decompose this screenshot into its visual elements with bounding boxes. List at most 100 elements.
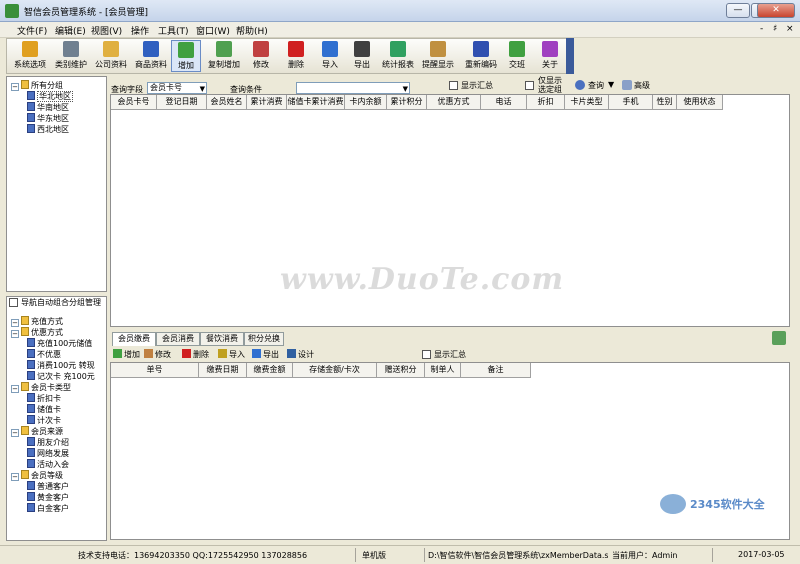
menu-view[interactable]: 视图(V) [91, 24, 122, 37]
chevron-down-icon[interactable]: ▼ [608, 80, 614, 89]
mdi-close-button[interactable]: × [786, 24, 794, 34]
advanced-button[interactable]: 高级 [634, 80, 650, 91]
toolbar-button-2[interactable]: 类别维护 [53, 40, 89, 72]
column-header[interactable]: 性别 [653, 95, 677, 110]
column-header[interactable]: 使用状态 [677, 95, 723, 110]
toolbar-button-10[interactable]: 导出 [347, 40, 377, 72]
tree-root[interactable]: − 所有分组 [11, 80, 63, 91]
toolbar-button-1[interactable]: 系统选项 [10, 40, 50, 72]
toolbar-button-4[interactable]: 商品资料 [133, 40, 169, 72]
toolbar-button-14[interactable]: 交班 [503, 40, 531, 72]
sub-toolbar-button-3[interactable]: 删除 [182, 349, 209, 360]
tree-item-region[interactable]: 华南地区 [27, 102, 69, 113]
menu-edit[interactable]: 编辑(E) [55, 24, 86, 37]
tree-item[interactable]: 储值卡 [27, 404, 61, 415]
toolbar-button-9[interactable]: 导入 [315, 40, 345, 72]
tab-4[interactable]: 积分兑换 [244, 332, 284, 346]
tree-item-region[interactable]: 西北地区 [27, 124, 69, 135]
column-header[interactable]: 会员姓名 [207, 95, 247, 110]
menu-file[interactable]: 文件(F) [17, 24, 47, 37]
tree-section[interactable]: − 会员等级 [11, 470, 63, 481]
column-header[interactable]: 累计积分 [387, 95, 427, 110]
show-summary-checkbox[interactable] [449, 81, 458, 90]
tree-item[interactable]: 记次卡 充100元 [27, 371, 95, 382]
column-header[interactable]: 登记日期 [157, 95, 207, 110]
fee-column-header[interactable]: 备注 [461, 363, 531, 378]
column-header[interactable]: 电话 [481, 95, 527, 110]
sub-show-summary-checkbox[interactable] [422, 350, 431, 359]
tab-1[interactable]: 会员缴费 [112, 332, 156, 346]
minimize-button[interactable]: — [726, 3, 750, 18]
fee-column-header[interactable]: 制单人 [425, 363, 461, 378]
column-header[interactable]: 折扣 [527, 95, 565, 110]
only-selected-checkbox[interactable] [525, 81, 534, 90]
mdi-minimize-button[interactable]: - [760, 24, 763, 34]
tree-section[interactable]: − 会员卡类型 [11, 382, 71, 393]
collapse-icon[interactable]: − [11, 319, 19, 327]
column-header[interactable]: 手机 [609, 95, 653, 110]
toolbar-grip[interactable] [566, 38, 574, 74]
menu-tools[interactable]: 工具(T) [158, 24, 189, 37]
menu-operate[interactable]: 操作 [131, 24, 149, 37]
tree-item[interactable]: 折扣卡 [27, 393, 61, 404]
query-cond-select[interactable]: ▼ [296, 82, 410, 94]
tree-section[interactable]: − 充值方式 [11, 316, 63, 327]
toolbar-button-11[interactable]: 统计报表 [380, 40, 416, 72]
fee-column-header[interactable]: 单号 [111, 363, 199, 378]
toolbar-button-6[interactable]: 复制增加 [204, 40, 244, 72]
checkbox[interactable] [9, 298, 18, 307]
tree-section[interactable]: − 优惠方式 [11, 327, 63, 338]
tree-item[interactable]: 不优惠 [27, 349, 61, 360]
tree-item[interactable]: 充值100元储值 [27, 338, 92, 349]
menu-help[interactable]: 帮助(H) [236, 24, 268, 37]
sub-toolbar-button-2[interactable]: 修改 [144, 349, 171, 360]
column-header[interactable]: 卡内余额 [345, 95, 387, 110]
tree-item[interactable]: 消费100元 转现 [27, 360, 95, 371]
tree-item[interactable]: 活动入会 [27, 459, 69, 470]
fee-column-header[interactable]: 缴费日期 [199, 363, 247, 378]
tree-item-region[interactable]: 华北地区 [27, 91, 73, 102]
collapse-icon[interactable]: − [11, 429, 19, 437]
toolbar-button-13[interactable]: 重新编码 [462, 40, 500, 72]
close-button[interactable]: ✕ [757, 3, 795, 18]
tree-item[interactable]: 计次卡 [27, 415, 61, 426]
toolbar-button-12[interactable]: 提醒显示 [418, 40, 458, 72]
sub-toolbar-button-4[interactable]: 导入 [218, 349, 245, 360]
tree-section[interactable]: − 会员来源 [11, 426, 63, 437]
column-header[interactable]: 会员卡号 [111, 95, 157, 110]
column-header[interactable]: 卡片类型 [565, 95, 609, 110]
tree-item[interactable]: 白金客户 [27, 503, 69, 514]
menu-window[interactable]: 窗口(W) [196, 24, 230, 37]
toolbar-button-8[interactable]: 删除 [282, 40, 310, 72]
column-header[interactable]: 累计消费 [247, 95, 287, 110]
tab-3[interactable]: 餐饮消费 [200, 332, 244, 346]
collapse-icon[interactable]: − [11, 385, 19, 393]
toolbar-button-15[interactable]: 关于 [536, 40, 564, 72]
query-field-select[interactable]: 会员卡号 ▼ [147, 82, 207, 94]
mdi-restore-button[interactable]: ♯ [773, 24, 777, 34]
fee-column-header[interactable]: 存储金额/卡次 [293, 363, 377, 378]
toolbar-button-7[interactable]: 修改 [246, 40, 276, 72]
collapse-icon[interactable]: − [11, 473, 19, 481]
sub-toolbar-button-5[interactable]: 导出 [252, 349, 279, 360]
tree-item[interactable]: 黄金客户 [27, 492, 69, 503]
group-tree[interactable]: − 所有分组 华北地区 华南地区 华东地区 西北地区 [6, 76, 107, 292]
fee-column-header[interactable]: 赠送积分 [377, 363, 425, 378]
pin-icon[interactable] [772, 331, 786, 345]
toolbar-button-3[interactable]: 公司资料 [92, 40, 130, 72]
nav-group-tree[interactable]: 导航自动组合分组管理 − 充值方式 − 优惠方式 充值100元储值 不优惠 消费100元 转… [6, 296, 107, 541]
tree-item-region[interactable]: 华东地区 [27, 113, 69, 124]
sub-toolbar-button-6[interactable]: 设计 [287, 349, 314, 360]
sub-toolbar-button-1[interactable]: 增加 [113, 349, 140, 360]
auto-group-checkbox[interactable]: 导航自动组合分组管理 [9, 297, 101, 308]
fee-column-header[interactable]: 缴费金额 [247, 363, 293, 378]
column-header[interactable]: 储值卡累计消费 [287, 95, 345, 110]
tree-item[interactable]: 网络发展 [27, 448, 69, 459]
collapse-icon[interactable]: − [11, 83, 19, 91]
tab-2[interactable]: 会员消费 [156, 332, 200, 346]
collapse-icon[interactable]: − [11, 330, 19, 338]
tree-item[interactable]: 朋友介绍 [27, 437, 69, 448]
search-button[interactable]: 查询 [588, 80, 604, 91]
column-header[interactable]: 优惠方式 [427, 95, 481, 110]
toolbar-button-5[interactable]: 增加 [171, 40, 201, 72]
